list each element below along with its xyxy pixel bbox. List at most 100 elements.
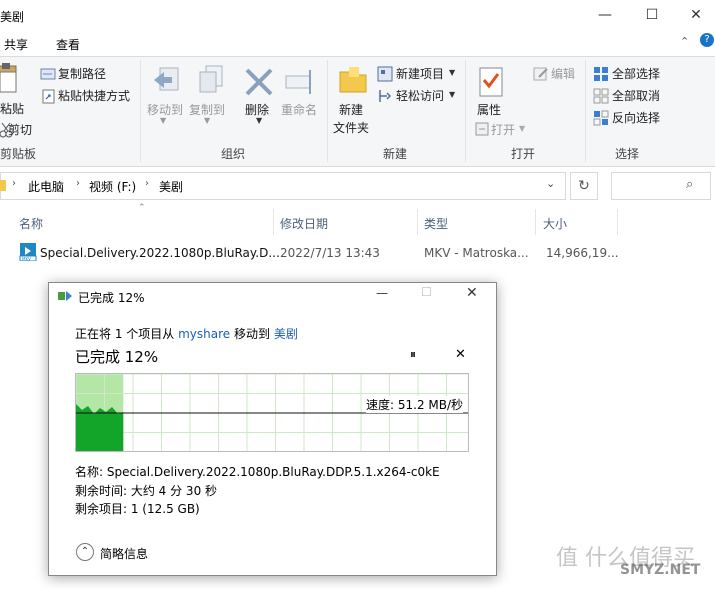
close-button[interactable]: ✕ <box>674 0 715 30</box>
new-group-label: 新建 <box>383 147 408 161</box>
file-name[interactable]: Special.Delivery.2022.1080p.BluRay.D... <box>40 246 280 260</box>
mkv-file-icon: MKV <box>19 243 37 262</box>
column-header-type[interactable]: 类型 <box>424 215 448 232</box>
collapse-details-icon[interactable]: ⌃ <box>76 543 94 561</box>
search-input[interactable] <box>611 172 711 200</box>
easy-access-dropdown-icon[interactable]: ▼ <box>449 90 455 99</box>
dialog-title: 已完成 12% <box>78 291 145 305</box>
column-header-modified[interactable]: 修改日期 <box>280 215 328 232</box>
sort-indicator-icon: ⌃ <box>138 203 146 213</box>
open-dropdown-icon[interactable]: ▼ <box>519 124 525 133</box>
properties-icon <box>476 66 508 98</box>
maximize-button[interactable]: ☐ <box>630 0 674 30</box>
tab-share[interactable]: 共享 <box>4 36 28 53</box>
window-title: 美剧 <box>0 10 25 24</box>
organize-group-label: 组织 <box>221 147 246 161</box>
file-type: MKV - Matroska... <box>424 246 529 260</box>
items-remaining-line: 剩余项目: 1 (12.5 GB) <box>75 502 200 516</box>
edit-icon <box>533 66 549 82</box>
rename-button[interactable]: 重命名 <box>281 101 317 118</box>
pause-button[interactable]: ⏸ <box>410 347 416 362</box>
folder-icon <box>0 178 6 192</box>
breadcrumb-this-pc[interactable]: 此电脑 <box>28 178 64 195</box>
file-name-line: 名称: Special.Delivery.2022.1080p.BluRay.D… <box>75 465 440 479</box>
column-divider[interactable] <box>273 209 274 235</box>
file-size: 14,966,19... <box>546 246 619 260</box>
file-modified: 2022/7/13 13:43 <box>280 246 380 260</box>
dialog-maximize-button: ☐ <box>421 285 432 299</box>
paste-shortcut-button[interactable]: 粘贴快捷方式 <box>58 87 130 104</box>
column-header-name[interactable]: 名称 <box>19 215 43 232</box>
invert-selection-icon <box>593 110 609 126</box>
select-none-icon <box>593 88 609 104</box>
cancel-button[interactable]: ✕ <box>455 347 466 362</box>
dialog-close-button[interactable]: ✕ <box>466 285 478 301</box>
edit-button[interactable]: 编辑 <box>551 65 575 82</box>
search-icon: ⌕ <box>686 177 694 192</box>
properties-button[interactable]: 属性 <box>477 101 501 118</box>
clipboard-group-label: 剪贴板 <box>0 147 37 161</box>
watermark-site: SMYZ.NET <box>620 562 701 578</box>
select-all-icon <box>593 66 609 82</box>
cut-button[interactable]: 剪切 <box>8 121 32 138</box>
delete-dropdown-icon[interactable]: ▼ <box>256 116 262 125</box>
move-to-icon <box>150 64 182 96</box>
easy-access-button[interactable]: 轻松访问 <box>396 87 444 104</box>
column-divider[interactable] <box>617 209 618 235</box>
progress-heading: 已完成 12% <box>75 348 159 366</box>
easy-access-icon <box>377 88 393 104</box>
speed-label: 速度: 51.2 MB/秒 <box>366 396 464 413</box>
paste-button[interactable]: 粘贴 <box>0 100 24 117</box>
open-group-label: 打开 <box>511 147 536 161</box>
breadcrumb-current[interactable]: 美剧 <box>159 178 183 195</box>
column-divider[interactable] <box>535 209 536 235</box>
copy-path-icon <box>40 66 56 82</box>
open-button[interactable]: 打开 <box>491 121 515 138</box>
svg-text:MKV: MKV <box>22 257 31 262</box>
breadcrumb-separator-icon: › <box>12 178 16 189</box>
address-history-dropdown-icon[interactable]: ⌄ <box>546 177 555 190</box>
dialog-minimize-button[interactable]: — <box>376 286 388 300</box>
select-all-button[interactable]: 全部选择 <box>612 65 660 82</box>
breadcrumb-separator-icon: › <box>76 178 80 189</box>
column-header-size[interactable]: 大小 <box>543 215 567 232</box>
delete-icon <box>243 66 275 98</box>
copy-to-icon <box>194 64 226 96</box>
speed-graph-canvas <box>76 374 468 451</box>
time-remaining-line: 剩余时间: 大约 4 分 30 秒 <box>75 484 218 498</box>
breadcrumb-separator-icon: › <box>145 178 149 189</box>
copy-path-button[interactable]: 复制路径 <box>58 65 106 82</box>
new-folder-button-line2[interactable]: 文件夹 <box>333 119 369 136</box>
invert-selection-button[interactable]: 反向选择 <box>612 109 660 126</box>
copy-to-dropdown-icon[interactable]: ▼ <box>204 116 210 125</box>
help-icon[interactable]: ? <box>700 33 714 47</box>
ribbon-tabs <box>0 30 715 56</box>
new-item-icon <box>377 66 393 82</box>
paste-shortcut-icon <box>40 88 56 104</box>
status-mid: 移动到 <box>233 327 270 341</box>
column-divider[interactable] <box>417 209 418 235</box>
destination-link[interactable]: 美剧 <box>274 327 298 341</box>
new-folder-button-line1[interactable]: 新建 <box>339 101 363 118</box>
select-none-button[interactable]: 全部取消 <box>612 87 660 104</box>
refresh-button[interactable]: ↻ <box>570 172 598 200</box>
ribbon-divider <box>465 60 466 162</box>
fewer-details-link[interactable]: 简略信息 <box>100 545 148 562</box>
ribbon-divider <box>327 60 328 162</box>
new-item-dropdown-icon[interactable]: ▼ <box>449 68 455 77</box>
paste-icon <box>0 62 20 96</box>
move-to-dropdown-icon[interactable]: ▼ <box>160 116 166 125</box>
new-item-button[interactable]: 新建项目 <box>396 65 444 82</box>
ribbon-collapse-icon[interactable]: ⌃ <box>680 35 689 48</box>
transfer-icon <box>58 289 74 303</box>
tab-view[interactable]: 查看 <box>56 36 80 53</box>
address-bar[interactable] <box>0 172 566 200</box>
status-line: 正在将 1 个项目从 myshare 移动到 美剧 <box>75 325 298 342</box>
rename-icon <box>284 66 316 98</box>
minimize-button[interactable]: — <box>583 0 627 30</box>
status-prefix: 正在将 1 个项目从 <box>75 327 175 341</box>
breadcrumb-drive[interactable]: 视频 (F:) <box>89 178 136 195</box>
open-icon <box>474 121 490 137</box>
new-folder-icon <box>337 64 369 96</box>
source-link[interactable]: myshare <box>178 327 230 341</box>
